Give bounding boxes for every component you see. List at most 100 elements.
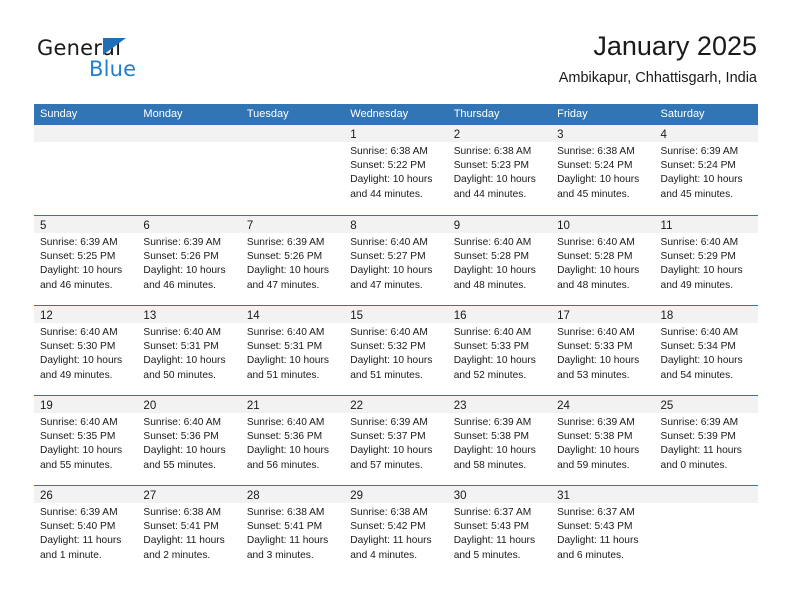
day-number-band: 9 xyxy=(447,216,552,233)
daylight-text-continued: and 48 minutes. xyxy=(453,279,527,291)
day-number: 30 xyxy=(453,490,467,502)
day-number-band: 22 xyxy=(344,396,448,413)
daylight-text: Daylight: 10 hours xyxy=(143,445,226,457)
calendar-day-cell[interactable]: 15 Sunrise: 6:40 AM Sunset: 5:32 PM Dayligh… xyxy=(344,306,448,395)
day-number-band: 19 xyxy=(34,396,138,413)
day-details: Sunrise: 6:40 AM Sunset: 5:36 PM Daylight:… xyxy=(241,413,344,473)
day-number: 6 xyxy=(143,220,150,232)
calendar-day-cell[interactable]: 3 Sunrise: 6:38 AM Sunset: 5:24 PM Daylight… xyxy=(551,125,655,215)
daylight-text: Daylight: 10 hours xyxy=(246,445,329,457)
day-number-band: 5 xyxy=(34,216,138,233)
day-details: Sunrise: 6:40 AM Sunset: 5:28 PM Daylight:… xyxy=(448,233,551,293)
calendar-day-cell[interactable]: 12 Sunrise: 6:40 AM Sunset: 5:30 PM Dayligh… xyxy=(34,306,138,395)
calendar-day-cell[interactable]: 11 Sunrise: 6:40 AM Sunset: 5:29 PM Dayligh… xyxy=(654,216,758,305)
calendar-day-cell[interactable]: 1 Sunrise: 6:38 AM Sunset: 5:22 PM Daylight… xyxy=(344,125,448,215)
calendar-day-cell[interactable]: 28 Sunrise: 6:38 AM Sunset: 5:41 PM Dayligh… xyxy=(240,486,345,575)
calendar-day-cell[interactable]: 9 Sunrise: 6:40 AM Sunset: 5:28 PM Daylight… xyxy=(447,216,552,305)
day-number-band: 1 xyxy=(344,125,448,142)
calendar-day-cell[interactable]: 2 Sunrise: 6:38 AM Sunset: 5:23 PM Daylight… xyxy=(447,125,552,215)
day-number-band: 15 xyxy=(344,306,448,323)
sunset-text: Sunset: 5:25 PM xyxy=(40,251,116,263)
calendar-day-cell[interactable]: 19 Sunrise: 6:40 AM Sunset: 5:35 PM Dayligh… xyxy=(34,396,138,485)
day-number: 10 xyxy=(557,220,570,232)
daylight-text: Daylight: 10 hours xyxy=(557,174,640,186)
daylight-text: Daylight: 11 hours xyxy=(246,535,329,547)
daylight-text: Daylight: 10 hours xyxy=(453,355,536,367)
sunrise-text: Sunrise: 6:40 AM xyxy=(557,327,635,338)
sunset-text: Sunset: 5:33 PM xyxy=(453,341,530,353)
calendar-day-cell[interactable]: 16 Sunrise: 6:40 AM Sunset: 5:33 PM Dayligh… xyxy=(447,306,552,395)
day-number-band: 31 xyxy=(551,486,655,503)
day-number-band: 4 xyxy=(654,125,758,142)
day-details: Sunrise: 6:40 AM Sunset: 5:29 PM Daylight:… xyxy=(655,233,758,293)
calendar-day-cell[interactable]: 6 Sunrise: 6:39 AM Sunset: 5:26 PM Daylight… xyxy=(137,216,241,305)
sunrise-text: Sunrise: 6:40 AM xyxy=(143,417,222,428)
calendar-day-cell[interactable]: 31 Sunrise: 6:37 AM Sunset: 5:43 PM Dayligh… xyxy=(551,486,655,575)
daylight-text-continued: and 44 minutes. xyxy=(453,188,527,200)
daylight-text-continued: and 5 minutes. xyxy=(453,549,521,561)
sunrise-text: Sunrise: 6:40 AM xyxy=(40,327,118,338)
calendar-day-cell[interactable]: 29 Sunrise: 6:38 AM Sunset: 5:42 PM Dayligh… xyxy=(344,486,448,575)
calendar-week-row: 12 Sunrise: 6:40 AM Sunset: 5:30 PM Dayligh… xyxy=(34,305,758,395)
day-number: 1 xyxy=(350,129,357,141)
day-details: Sunrise: 6:40 AM Sunset: 5:33 PM Daylight:… xyxy=(551,323,654,383)
day-number: 31 xyxy=(557,490,570,502)
sunrise-text: Sunrise: 6:39 AM xyxy=(557,417,635,428)
day-number-band: 21 xyxy=(240,396,345,413)
daylight-text: Daylight: 10 hours xyxy=(660,355,743,367)
calendar-day-cell[interactable]: 14 Sunrise: 6:40 AM Sunset: 5:31 PM Dayligh… xyxy=(240,306,345,395)
calendar-day-cell[interactable]: 21 Sunrise: 6:40 AM Sunset: 5:36 PM Dayligh… xyxy=(240,396,345,485)
sunrise-text: Sunrise: 6:38 AM xyxy=(557,146,635,157)
calendar-day-cell[interactable]: 7 Sunrise: 6:39 AM Sunset: 5:26 PM Daylight… xyxy=(240,216,345,305)
sunrise-text: Sunrise: 6:40 AM xyxy=(350,327,428,338)
calendar-day-cell[interactable]: 27 Sunrise: 6:38 AM Sunset: 5:41 PM Dayligh… xyxy=(137,486,241,575)
day-number: 23 xyxy=(453,400,467,412)
calendar-day-cell[interactable]: 25 Sunrise: 6:39 AM Sunset: 5:39 PM Dayligh… xyxy=(654,396,758,485)
daylight-text-continued: and 6 minutes. xyxy=(557,549,624,561)
calendar-day-cell[interactable]: 4 Sunrise: 6:39 AM Sunset: 5:24 PM Daylight… xyxy=(654,125,758,215)
sunrise-text: Sunrise: 6:39 AM xyxy=(660,417,739,428)
calendar-day-cell[interactable]: 23 Sunrise: 6:39 AM Sunset: 5:38 PM Dayligh… xyxy=(447,396,552,485)
calendar-day-cell[interactable]: 24 Sunrise: 6:39 AM Sunset: 5:38 PM Dayligh… xyxy=(551,396,655,485)
daylight-text: Daylight: 10 hours xyxy=(453,445,536,457)
day-details: Sunrise: 6:40 AM Sunset: 5:32 PM Daylight:… xyxy=(344,323,447,383)
daylight-text-continued: and 47 minutes. xyxy=(246,279,320,291)
day-number-band: 25 xyxy=(654,396,758,413)
daylight-text-continued: and 4 minutes. xyxy=(350,549,418,561)
day-details xyxy=(34,142,137,145)
day-details xyxy=(241,142,344,145)
calendar-day-cell[interactable]: 18 Sunrise: 6:40 AM Sunset: 5:34 PM Dayligh… xyxy=(654,306,758,395)
calendar-day-cell[interactable]: 30 Sunrise: 6:37 AM Sunset: 5:43 PM Dayligh… xyxy=(447,486,552,575)
day-number: 12 xyxy=(40,310,53,322)
calendar-day-cell[interactable]: 17 Sunrise: 6:40 AM Sunset: 5:33 PM Dayligh… xyxy=(551,306,655,395)
daylight-text-continued: and 58 minutes. xyxy=(453,459,527,471)
calendar-day-cell[interactable]: 26 Sunrise: 6:39 AM Sunset: 5:40 PM Dayligh… xyxy=(34,486,138,575)
day-number: 7 xyxy=(246,220,254,232)
sunset-text: Sunset: 5:41 PM xyxy=(246,521,323,533)
calendar-day-cell[interactable]: 8 Sunrise: 6:40 AM Sunset: 5:27 PM Daylight… xyxy=(344,216,448,305)
daylight-text: Daylight: 11 hours xyxy=(557,535,639,547)
day-details: Sunrise: 6:38 AM Sunset: 5:41 PM Daylight:… xyxy=(241,503,344,563)
calendar-day-cell[interactable]: 22 Sunrise: 6:39 AM Sunset: 5:37 PM Dayligh… xyxy=(344,396,448,485)
day-number-band: 27 xyxy=(137,486,241,503)
generalblue-logo: General Blue xyxy=(37,36,237,84)
weekday-header-row: Sunday Monday Tuesday Wednesday Thursday Frid… xyxy=(34,104,758,125)
sunset-text: Sunset: 5:33 PM xyxy=(557,341,633,353)
sunrise-text: Sunrise: 6:39 AM xyxy=(350,417,428,428)
day-details: Sunrise: 6:38 AM Sunset: 5:22 PM Daylight:… xyxy=(344,142,447,202)
day-number: 13 xyxy=(143,310,157,322)
sunset-text: Sunset: 5:43 PM xyxy=(557,521,633,533)
sunrise-text: Sunrise: 6:38 AM xyxy=(350,507,428,518)
daylight-text-continued: and 45 minutes. xyxy=(660,188,734,200)
calendar-day-cell[interactable]: 20 Sunrise: 6:40 AM Sunset: 5:36 PM Dayligh… xyxy=(137,396,241,485)
calendar-day-cell[interactable]: 13 Sunrise: 6:40 AM Sunset: 5:31 PM Dayligh… xyxy=(137,306,241,395)
day-number: 16 xyxy=(453,310,467,322)
day-number: 2 xyxy=(453,129,461,141)
day-number: 15 xyxy=(350,310,364,322)
day-details: Sunrise: 6:39 AM Sunset: 5:26 PM Daylight:… xyxy=(241,233,344,293)
daylight-text-continued: and 49 minutes. xyxy=(660,279,734,291)
calendar-week-row: 26 Sunrise: 6:39 AM Sunset: 5:40 PM Dayligh… xyxy=(34,485,758,575)
calendar-day-cell[interactable]: 10 Sunrise: 6:40 AM Sunset: 5:28 PM Dayligh… xyxy=(551,216,655,305)
day-number: 9 xyxy=(453,220,461,232)
calendar-day-cell[interactable]: 5 Sunrise: 6:39 AM Sunset: 5:25 PM Daylight… xyxy=(34,216,138,305)
